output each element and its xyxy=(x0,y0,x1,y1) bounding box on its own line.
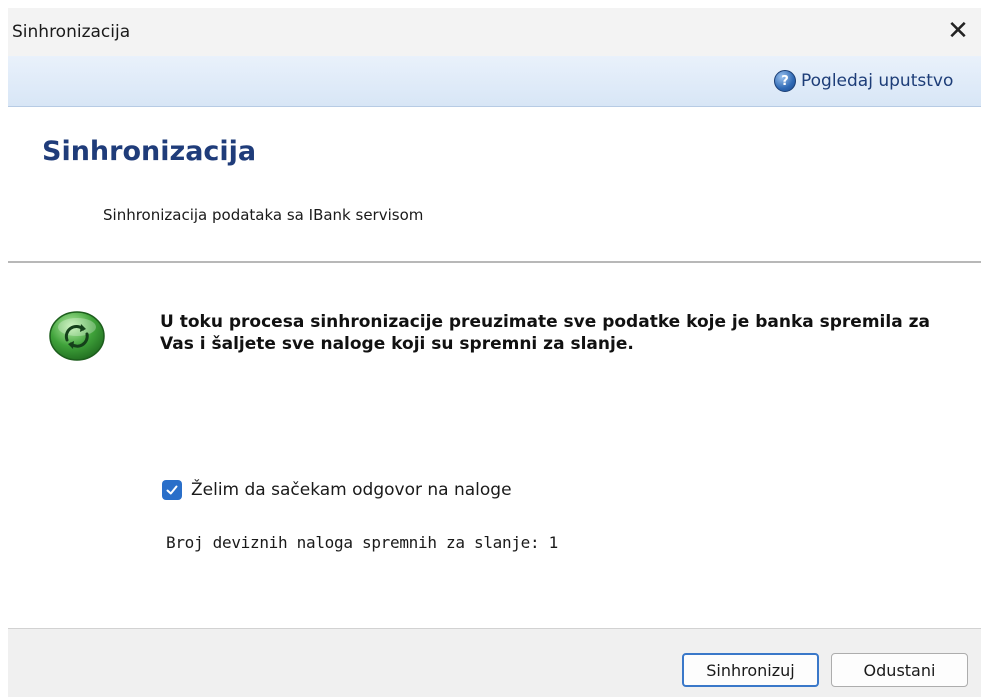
sync-dialog: Sinhronizacija ✕ ? Pogledaj uputstvo Sin… xyxy=(8,8,981,697)
title-bar: Sinhronizacija ✕ xyxy=(8,8,981,56)
help-bar: ? Pogledaj uputstvo xyxy=(8,56,981,107)
close-button[interactable]: ✕ xyxy=(941,14,975,48)
divider xyxy=(8,261,981,263)
cancel-button[interactable]: Odustani xyxy=(831,653,968,687)
help-link-label: Pogledaj uputstvo xyxy=(801,71,954,91)
checkmark-icon xyxy=(166,485,178,495)
wait-response-checkbox[interactable] xyxy=(162,480,182,500)
foreign-orders-count: Broj deviznih naloga spremnih za slanje:… xyxy=(166,533,558,552)
wait-response-label: Želim da sačekam odgovor na naloge xyxy=(191,480,512,500)
footer-bar: Sinhronizuj Odustani xyxy=(8,628,981,697)
page-subtitle: Sinhronizacija podataka sa IBank serviso… xyxy=(103,206,424,224)
close-icon: ✕ xyxy=(947,16,969,46)
help-link[interactable]: ? Pogledaj uputstvo xyxy=(774,70,953,92)
window-title: Sinhronizacija xyxy=(12,22,131,42)
wait-response-checkbox-row[interactable]: Želim da sačekam odgovor na naloge xyxy=(162,480,512,500)
sync-icon xyxy=(49,311,105,361)
help-icon: ? xyxy=(774,70,796,92)
page-title: Sinhronizacija xyxy=(42,136,257,167)
sync-button[interactable]: Sinhronizuj xyxy=(682,653,819,687)
info-text: U toku procesa sinhronizacije preuzimate… xyxy=(160,312,930,354)
